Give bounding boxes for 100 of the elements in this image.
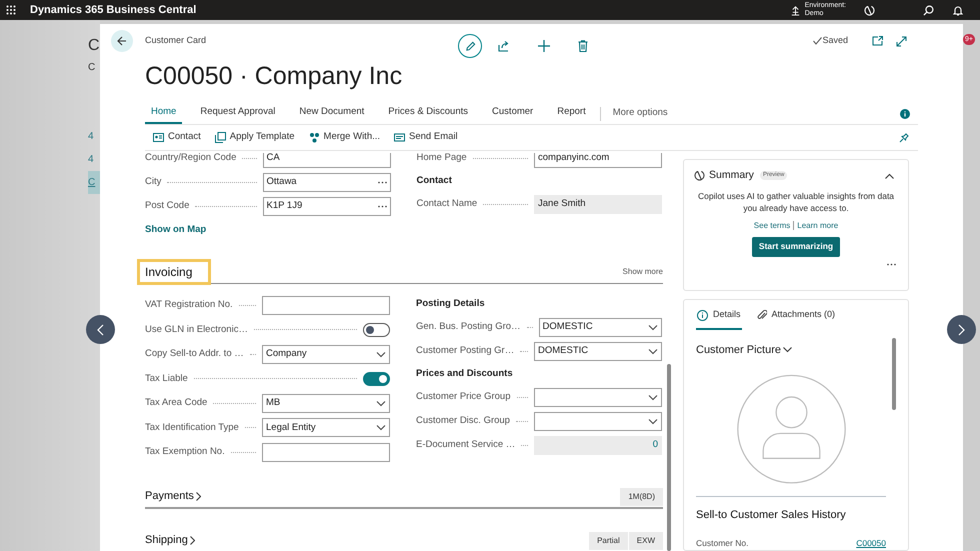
merge-icon [308,132,320,143]
input-field[interactable]: companyinc.com [534,153,662,168]
copilot-icon[interactable] [864,4,875,16]
app-title: Dynamics 365 Business Central [30,2,196,18]
delete-icon[interactable] [578,40,588,52]
ribbon-tab[interactable]: Report [551,103,592,124]
pin-icon[interactable] [899,132,909,142]
field-value-link[interactable]: C00050 [856,537,886,550]
bell-icon[interactable] [953,4,963,16]
ribbon-tab[interactable]: Home [145,103,182,124]
chevron-right-icon [958,324,965,336]
chevron-down-icon [782,347,792,354]
field-label: Tax Exemption No. [145,445,225,460]
field-value: Company [266,347,307,362]
dropdown-field[interactable]: DOMESTIC [534,342,662,360]
field-label: Country/Region Code [145,153,236,165]
field-label: Use GLN in Electronic… [145,322,248,337]
chevron-down-icon [648,394,658,400]
more-icon[interactable] [887,262,896,266]
action-button[interactable]: Send Email [394,130,458,145]
ribbon-tab[interactable]: Request Approval [194,103,282,124]
field-label: E-Document Service … [416,438,516,452]
field-value: 0 [652,438,658,452]
show-on-map-link[interactable]: Show on Map [145,222,206,238]
breadcrumb: Customer Card [145,34,206,48]
input-field[interactable] [262,442,390,462]
contact-card-icon [153,132,164,143]
chevron-down-icon [648,418,658,424]
chevron-right-icon [190,536,195,545]
envelope-icon [394,132,406,143]
show-more-link[interactable]: Show more [622,266,663,278]
action-button[interactable]: Apply Template [214,130,295,145]
copilot-icon [694,170,705,182]
plus-icon[interactable] [538,40,550,52]
ribbon-tab[interactable]: New Document [293,103,370,124]
field-label: VAT Registration No. [145,298,233,312]
expand-icon[interactable] [896,36,907,46]
input-field[interactable] [262,296,390,315]
field-value: Legal Entity [266,420,316,435]
field-label: Customer Price Group [416,390,511,404]
app-launcher-icon[interactable] [6,5,16,15]
input-field[interactable]: CA [262,153,390,168]
section-heading: Sell-to Customer Sales History [696,508,847,523]
dropdown-field[interactable] [534,388,662,406]
info-icon [697,310,708,320]
edit-button[interactable] [458,34,482,58]
input-field[interactable]: K1P 1J9 [262,196,390,216]
field-value: DOMESTIC [538,344,588,358]
group-heading: Posting Details [416,296,485,311]
more-options-tab[interactable]: More options [612,106,668,121]
page-subtitle: C [88,61,96,75]
summary-badge: 1M(8D) [620,488,663,506]
link[interactable]: Learn more [797,220,838,232]
picture-heading[interactable]: Customer Picture [696,342,886,358]
section-heading[interactable]: Invoicing [137,259,211,285]
more-icon [378,180,386,184]
dropdown-field[interactable]: DOMESTIC [538,318,662,336]
search-icon[interactable] [923,4,934,16]
factbox-tab[interactable]: Details [696,302,742,330]
chevron-down-icon [648,348,658,354]
field-label: Customer No. [696,537,748,550]
link[interactable]: See terms [754,220,790,232]
more-icon [378,204,386,208]
field-label: Customer Disc. Group [416,414,510,428]
dropdown-field[interactable] [534,412,662,430]
info-icon[interactable] [900,108,910,118]
group-heading: Prices and Discounts [416,366,513,381]
field-value: Ottawa [266,174,297,189]
field-label: Tax Liable [145,372,188,386]
share-icon[interactable] [498,40,510,52]
ribbon-tab[interactable]: Customer [486,103,540,124]
field-value: K1P 1J9 [266,198,302,213]
action-button[interactable]: Contact [153,130,201,145]
ribbon-tab[interactable]: Prices & Discounts [382,103,474,124]
chevron-down-icon [376,424,386,432]
open-in-new-window-icon[interactable] [872,36,883,46]
toggle-switch[interactable] [363,372,390,386]
field-value: companyinc.com [538,153,610,165]
save-status: Saved [822,34,848,48]
field-value: DOMESTIC [542,320,593,334]
page-title: C [88,36,100,56]
factbox-tab[interactable]: Attachments (0) [756,302,836,330]
field-label: Post Code [145,198,190,213]
dropdown-field[interactable]: MB [262,394,390,413]
record-title: C00050 · Company Inc [145,61,402,91]
section-heading[interactable]: Shipping [145,532,195,549]
action-button[interactable]: Merge With... [308,130,380,145]
input-field[interactable]: Ottawa [262,172,390,192]
paperclip-icon [756,310,767,320]
section-heading[interactable]: Payments [145,488,201,505]
card-title: Summary [709,168,754,183]
start-summarizing-button[interactable]: Start summarizing [752,236,840,257]
template-icon [214,132,226,143]
pencil-icon [464,40,476,52]
dropdown-field[interactable]: Company [262,344,390,364]
toggle-switch[interactable] [363,322,390,337]
back-button[interactable] [111,30,133,52]
dropdown-field[interactable]: Legal Entity [262,418,390,438]
field-label: Gen. Bus. Posting Gro… [416,320,521,334]
chevron-up-icon[interactable] [885,172,894,179]
